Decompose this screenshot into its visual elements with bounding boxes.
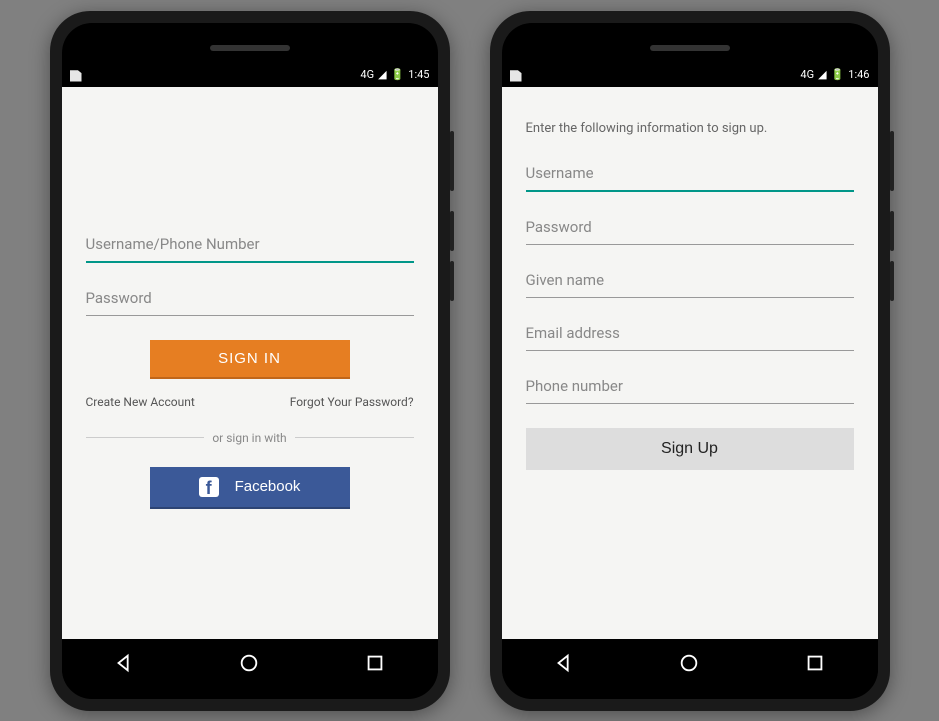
facebook-icon: f (199, 477, 219, 497)
sim-icon (70, 68, 82, 82)
phone-signup: 4G ◢ 🔋 1:46 Enter the following informat… (490, 11, 890, 711)
phone-speaker (650, 45, 730, 51)
network-label: 4G (800, 68, 814, 81)
facebook-button-label: Facebook (235, 478, 301, 495)
sim-icon (510, 68, 522, 82)
side-button (450, 131, 454, 191)
facebook-button[interactable]: f Facebook (150, 467, 350, 509)
side-button (450, 211, 454, 251)
side-button (890, 261, 894, 301)
recents-icon[interactable] (364, 652, 386, 674)
create-account-link[interactable]: Create New Account (86, 395, 195, 409)
username-input[interactable] (86, 227, 414, 263)
network-label: 4G (360, 68, 374, 81)
phone-signin: 4G ◢ 🔋 1:45 SIGN IN Create New Account F… (50, 11, 450, 711)
recents-icon[interactable] (804, 652, 826, 674)
signup-instruction: Enter the following information to sign … (526, 121, 854, 136)
status-bar: 4G ◢ 🔋 1:46 (502, 63, 878, 87)
divider-text: or sign in with (212, 431, 286, 445)
username-input[interactable] (526, 156, 854, 192)
signup-button[interactable]: Sign Up (526, 428, 854, 470)
given-name-input[interactable] (526, 263, 854, 298)
side-button (890, 211, 894, 251)
android-navbar (62, 639, 438, 687)
battery-icon: 🔋 (391, 68, 405, 81)
home-icon[interactable] (238, 652, 260, 674)
clock-label: 1:46 (848, 68, 869, 81)
signin-button[interactable]: SIGN IN (150, 340, 350, 379)
battery-icon: 🔋 (831, 68, 845, 81)
signal-icon: ◢ (818, 68, 826, 81)
back-icon[interactable] (553, 652, 575, 674)
forgot-password-link[interactable]: Forgot Your Password? (290, 395, 414, 409)
home-icon[interactable] (678, 652, 700, 674)
android-navbar (502, 639, 878, 687)
signal-icon: ◢ (378, 68, 386, 81)
phone-input[interactable] (526, 369, 854, 404)
side-button (890, 131, 894, 191)
password-input[interactable] (526, 210, 854, 245)
divider (295, 437, 414, 438)
divider (86, 437, 205, 438)
side-button (450, 261, 454, 301)
back-icon[interactable] (113, 652, 135, 674)
clock-label: 1:45 (408, 68, 429, 81)
email-input[interactable] (526, 316, 854, 351)
password-input[interactable] (86, 281, 414, 316)
status-bar: 4G ◢ 🔋 1:45 (62, 63, 438, 87)
phone-speaker (210, 45, 290, 51)
